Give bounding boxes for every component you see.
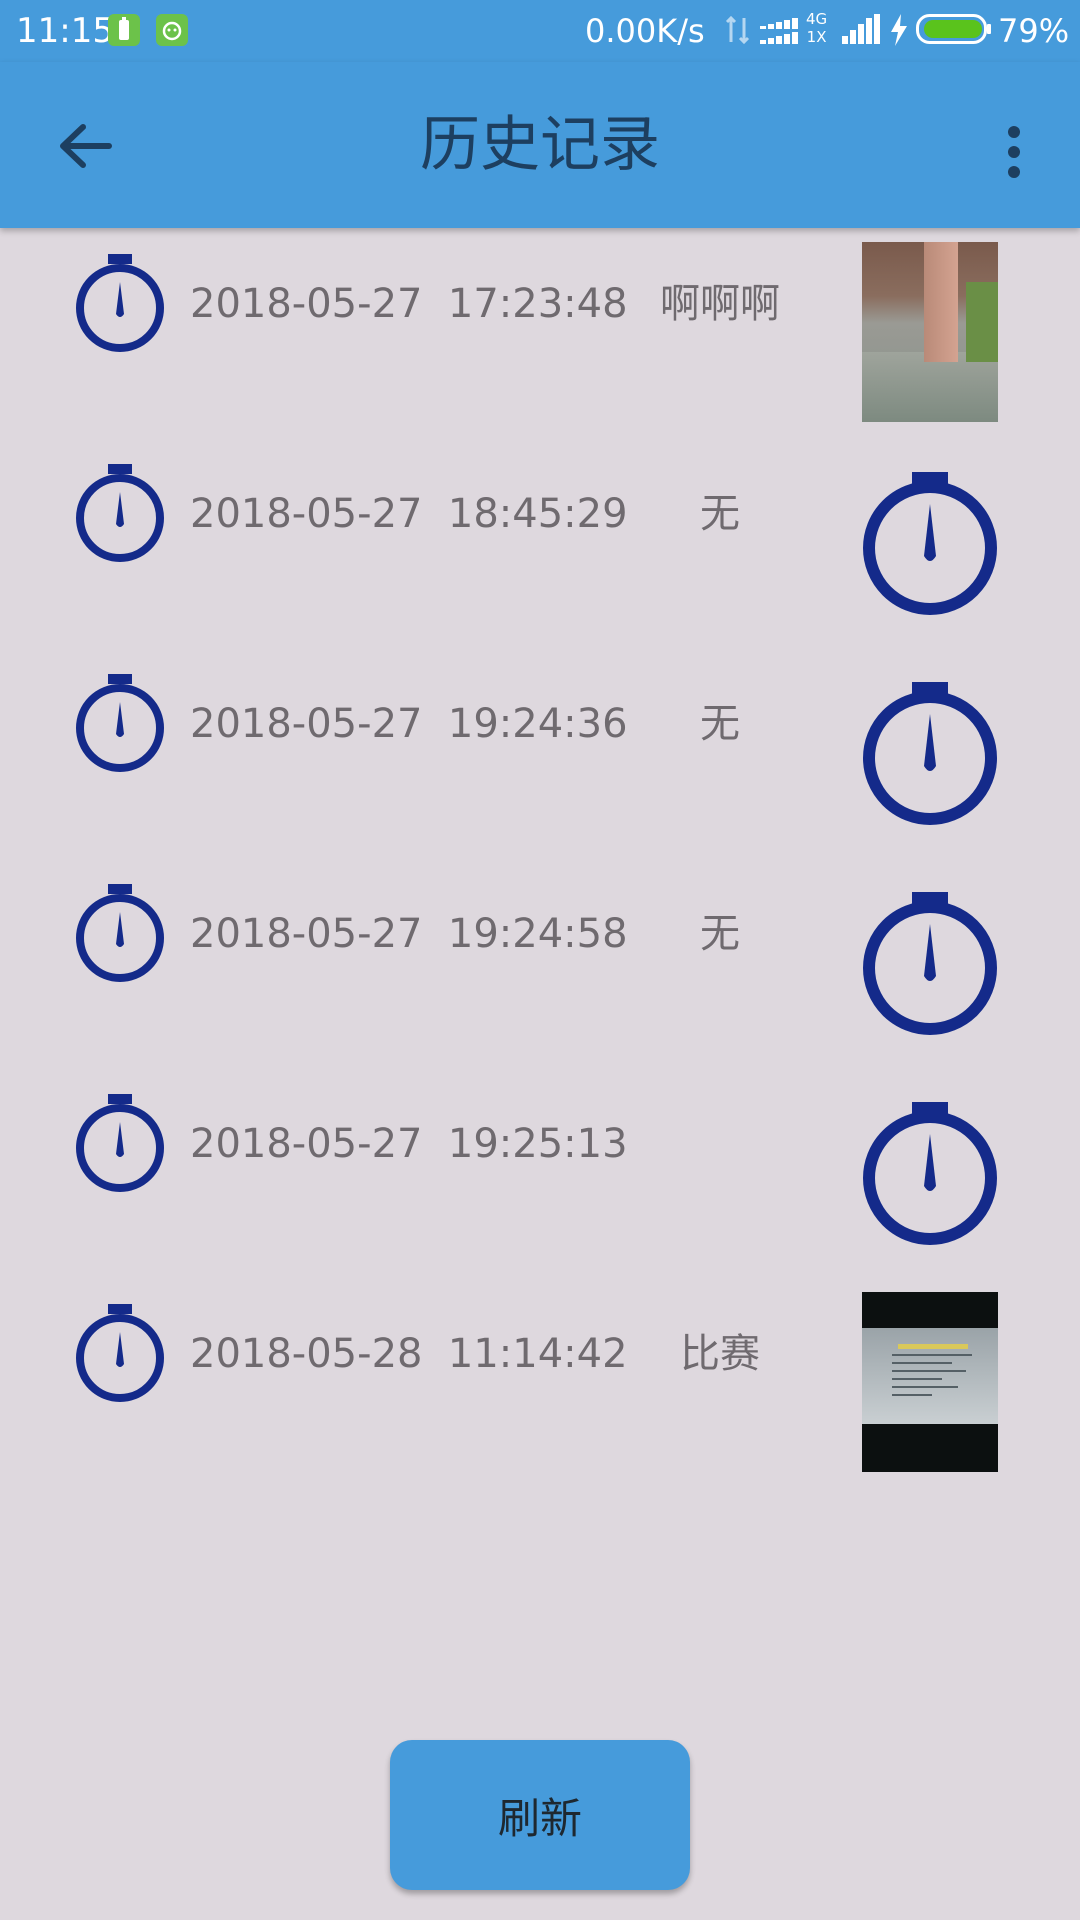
history-row[interactable]: 2018-05-27 17:23:48 啊啊啊 (0, 228, 1080, 438)
network-type: 4G 1X (806, 10, 827, 46)
stopwatch-icon (76, 1094, 164, 1192)
data-transfer-icon (724, 12, 752, 52)
refresh-button[interactable]: 刷新 (390, 1740, 690, 1890)
history-row[interactable]: 2018-05-27 19:25:13 (0, 1068, 1080, 1278)
back-button[interactable] (40, 106, 130, 186)
stopwatch-icon (76, 1304, 164, 1402)
record-note: 无 (700, 701, 740, 747)
stopwatch-icon (76, 674, 164, 772)
app-bar: 历史记录 (0, 62, 1080, 228)
battery-icon (916, 14, 992, 50)
more-options-button[interactable] (986, 112, 1042, 192)
record-datetime: 2018-05-27 18:45:29 (190, 491, 628, 537)
record-thumbnail-stopwatch-icon[interactable] (862, 662, 998, 842)
stopwatch-icon (76, 464, 164, 562)
record-note: 比赛 (680, 1331, 760, 1377)
history-row[interactable]: 2018-05-27 19:24:36 无 (0, 648, 1080, 858)
more-vert-icon (1008, 126, 1020, 178)
page-title: 历史记录 (420, 110, 660, 180)
battery-percent: 79% (998, 12, 1070, 50)
status-bar: 11:15 0.00K/s 4G 1X 79% (0, 0, 1080, 62)
network-speed: 0.00K/s (585, 12, 705, 50)
history-list: 2018-05-27 17:23:48 啊啊啊 2018-05-27 18:45… (0, 228, 1080, 1488)
android-notification-icon (156, 14, 188, 46)
charging-icon (888, 12, 910, 52)
signal-strength-icon (760, 12, 802, 52)
record-thumbnail-stopwatch-icon[interactable] (862, 872, 998, 1052)
signal-bars-icon (840, 12, 882, 52)
stopwatch-icon (76, 884, 164, 982)
record-datetime: 2018-05-27 19:25:13 (190, 1121, 628, 1167)
history-row[interactable]: 2018-05-27 18:45:29 无 (0, 438, 1080, 648)
record-thumbnail-stopwatch-icon[interactable] (862, 1082, 998, 1262)
record-datetime: 2018-05-28 11:14:42 (190, 1331, 628, 1377)
battery-saver-notification-icon (108, 14, 140, 46)
record-thumbnail-photo[interactable] (862, 242, 998, 422)
record-datetime: 2018-05-27 19:24:36 (190, 701, 628, 747)
record-thumbnail-photo[interactable] (862, 1292, 998, 1472)
record-note: 无 (700, 491, 740, 537)
history-row[interactable]: 2018-05-28 11:14:42 比赛 (0, 1278, 1080, 1488)
record-datetime: 2018-05-27 17:23:48 (190, 281, 628, 327)
network-type-bottom: 1X (806, 28, 827, 46)
network-type-top: 4G (806, 10, 828, 28)
record-datetime: 2018-05-27 19:24:58 (190, 911, 628, 957)
record-note: 无 (700, 911, 740, 957)
stopwatch-icon (76, 254, 164, 352)
record-thumbnail-stopwatch-icon[interactable] (862, 452, 998, 632)
status-time: 11:15 (16, 11, 114, 51)
history-row[interactable]: 2018-05-27 19:24:58 无 (0, 858, 1080, 1068)
arrow-left-icon (60, 124, 112, 168)
record-note: 啊啊啊 (660, 281, 780, 327)
